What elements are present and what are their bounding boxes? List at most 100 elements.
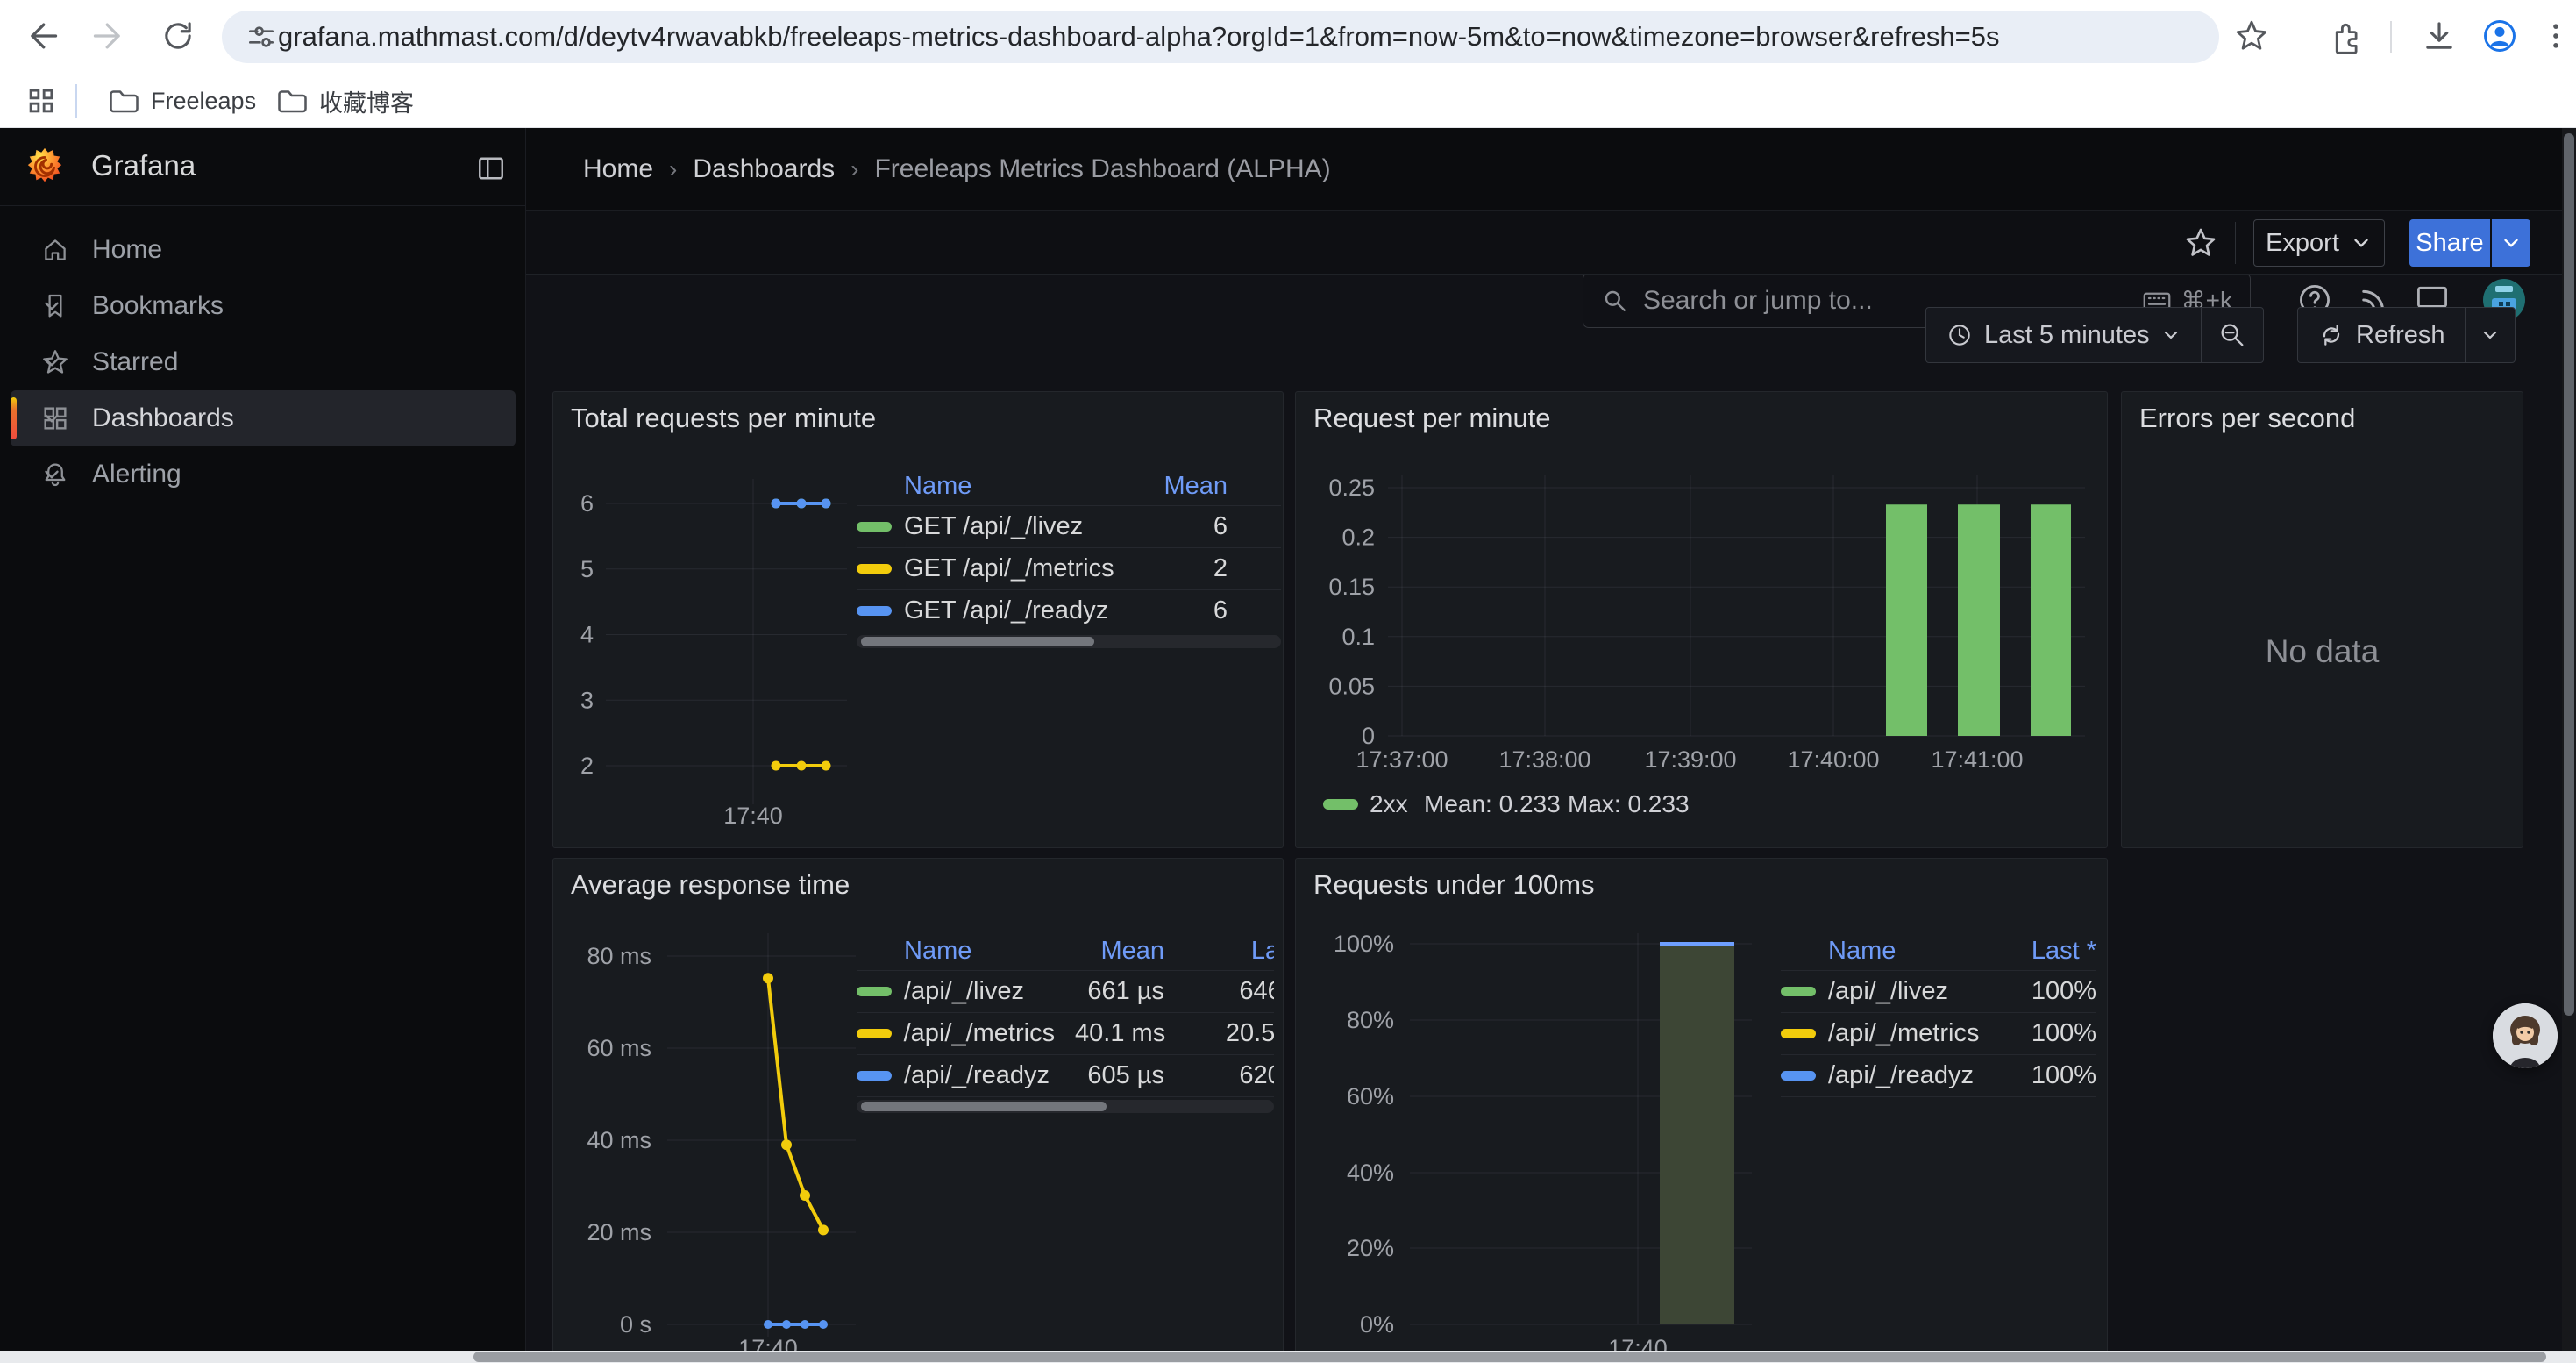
share-button[interactable]: Share xyxy=(2409,219,2490,267)
home-icon xyxy=(40,235,70,265)
refresh-group: Refresh xyxy=(2297,307,2516,363)
bookmark-folder-freeleaps[interactable]: Freeleaps xyxy=(95,81,268,121)
download-icon[interactable] xyxy=(2416,12,2463,60)
series-color-dash xyxy=(857,1029,892,1038)
sidebar-item-dashboards[interactable]: Dashboards xyxy=(11,390,516,446)
site-settings-icon[interactable] xyxy=(245,20,278,54)
series-name[interactable]: /api/_/readyz xyxy=(1828,1061,2009,1090)
table-scrollbar[interactable] xyxy=(857,1100,1274,1113)
svg-text:2xx: 2xx xyxy=(1370,790,1408,817)
browser-menu-icon[interactable] xyxy=(2532,12,2576,60)
panel-title[interactable]: Errors per second xyxy=(2139,403,2355,434)
chevron-down-icon[interactable] xyxy=(40,407,63,430)
svg-text:3: 3 xyxy=(580,687,594,713)
table-row[interactable]: GET /api/_/metrics2 xyxy=(857,548,1228,589)
table-row[interactable]: GET /api/_/readyz6 xyxy=(857,590,1228,632)
series-mean-value: 6 xyxy=(1157,596,1228,625)
bookmark-star-icon[interactable] xyxy=(2228,12,2275,60)
bookmark-folder-blogs[interactable]: 收藏博客 xyxy=(263,81,426,121)
sidebar-nav: HomeBookmarksStarredDashboardsAlerting xyxy=(0,222,526,503)
series-name[interactable]: GET /api/_/livez xyxy=(904,512,1157,541)
sidebar-item-home[interactable]: Home xyxy=(11,222,516,278)
series-last-value: 100% xyxy=(2009,977,2096,1006)
sidebar-item-bookmarks[interactable]: Bookmarks xyxy=(11,278,516,334)
table-row[interactable]: /api/_/metrics40.1 ms20.5 ms xyxy=(857,1013,1274,1054)
svg-text:80 ms: 80 ms xyxy=(587,943,651,969)
avatar-pixel-art xyxy=(2495,286,2513,292)
sidebar-item-starred[interactable]: Starred xyxy=(11,334,516,390)
horizontal-scrollbar-thumb[interactable] xyxy=(473,1352,2546,1362)
reload-icon[interactable] xyxy=(154,12,202,60)
time-range-picker[interactable]: Last 5 minutes xyxy=(1926,308,2201,362)
profile-icon[interactable] xyxy=(2476,12,2523,60)
table-scrollbar-thumb[interactable] xyxy=(861,1102,1107,1111)
chevron-down-icon xyxy=(2500,232,2523,254)
series-name[interactable]: GET /api/_/metrics xyxy=(904,554,1157,583)
extensions-icon[interactable] xyxy=(2321,12,2368,60)
back-icon[interactable] xyxy=(18,12,65,60)
column-header-last[interactable]: Last * xyxy=(2009,937,2096,966)
table-row[interactable]: /api/_/readyz605 µs620 µs xyxy=(857,1055,1274,1096)
table-row[interactable]: /api/_/metrics100% xyxy=(1781,1013,2096,1054)
no-data-label: No data xyxy=(2122,633,2523,670)
refresh-button[interactable]: Refresh xyxy=(2298,308,2465,362)
collapse-sidebar-icon[interactable] xyxy=(475,153,507,184)
series-name[interactable]: /api/_/metrics xyxy=(904,1019,1055,1048)
svg-text:100%: 100% xyxy=(1334,931,1394,957)
toolbar-divider xyxy=(2235,222,2236,264)
breadcrumb-item[interactable]: Home xyxy=(583,154,653,184)
table-scrollbar[interactable] xyxy=(857,635,1281,648)
floating-assistant-avatar[interactable] xyxy=(2493,1003,2558,1068)
series-name[interactable]: GET /api/_/readyz xyxy=(904,596,1157,625)
refresh-interval-button[interactable] xyxy=(2466,308,2515,362)
folder-icon xyxy=(107,85,139,117)
table-scrollbar-thumb[interactable] xyxy=(861,637,1094,646)
column-header-last[interactable]: Last * xyxy=(1164,937,1274,966)
svg-text:0.05: 0.05 xyxy=(1328,673,1375,699)
folder-icon xyxy=(275,85,307,117)
table-row[interactable]: GET /api/_/livez6 xyxy=(857,506,1228,547)
share-menu-button[interactable] xyxy=(2492,219,2530,267)
series-swatch xyxy=(857,564,904,574)
grafana-logo-icon[interactable] xyxy=(25,146,65,187)
svg-text:Mean: 0.233: Mean: 0.233 xyxy=(1424,790,1561,817)
legend-table: NameLast */api/_/livez100%/api/_/metrics… xyxy=(1781,932,2096,1097)
series-color-dash xyxy=(857,564,892,574)
series-name[interactable]: /api/_/readyz xyxy=(904,1061,1053,1090)
zoom-out-button[interactable] xyxy=(2202,308,2263,362)
table-row[interactable]: /api/_/readyz100% xyxy=(1781,1055,2096,1096)
series-swatch xyxy=(1781,987,1828,996)
column-header-name[interactable]: Name xyxy=(1828,937,2009,966)
vertical-scrollbar[interactable] xyxy=(2562,128,2576,1351)
horizontal-scrollbar[interactable] xyxy=(0,1351,2576,1363)
toolbar-divider xyxy=(2390,21,2392,53)
chart-canvas: 0.250.20.150.10.05017:37:0017:38:0017:39… xyxy=(1296,392,2109,849)
screen: Freeleaps 收藏博客 Home›Dashboards›Freeleaps… xyxy=(0,0,2576,1363)
table-separator xyxy=(1781,1096,2096,1097)
chevron-down-icon[interactable] xyxy=(40,295,63,318)
series-name[interactable]: /api/_/livez xyxy=(904,977,1053,1006)
sidebar-item-alerting[interactable]: Alerting xyxy=(11,446,516,503)
url-input[interactable] xyxy=(278,21,2196,53)
star-dashboard-icon[interactable] xyxy=(2178,220,2224,266)
breadcrumb-item[interactable]: Dashboards xyxy=(693,154,835,184)
column-header-mean[interactable]: Mean xyxy=(1053,937,1164,966)
column-header-mean[interactable]: Mean xyxy=(1157,472,1228,501)
svg-text:5: 5 xyxy=(580,556,594,582)
table-row[interactable]: /api/_/livez100% xyxy=(1781,971,2096,1012)
vertical-scrollbar-thumb[interactable] xyxy=(2564,133,2574,1016)
time-range-group: Last 5 minutes xyxy=(1925,307,2264,363)
chevron-down-icon[interactable] xyxy=(40,351,63,374)
forward-icon[interactable] xyxy=(86,12,133,60)
table-row[interactable]: /api/_/livez661 µs646 µs xyxy=(857,971,1274,1012)
export-button[interactable]: Export xyxy=(2253,219,2385,267)
apps-grid-icon[interactable] xyxy=(12,81,70,121)
legend-table: NameMeanLast * /api/_/livez661 µs646 µs/a… xyxy=(857,932,1274,1113)
series-name[interactable]: /api/_/livez xyxy=(1828,977,2009,1006)
chevron-down-icon[interactable] xyxy=(40,463,63,486)
series-mean-value: 605 µs xyxy=(1053,1061,1164,1090)
address-bar[interactable] xyxy=(222,11,2219,63)
column-header-name[interactable]: Name xyxy=(904,937,1053,966)
column-header-name[interactable]: Name xyxy=(904,472,1157,501)
series-name[interactable]: /api/_/metrics xyxy=(1828,1019,2009,1048)
